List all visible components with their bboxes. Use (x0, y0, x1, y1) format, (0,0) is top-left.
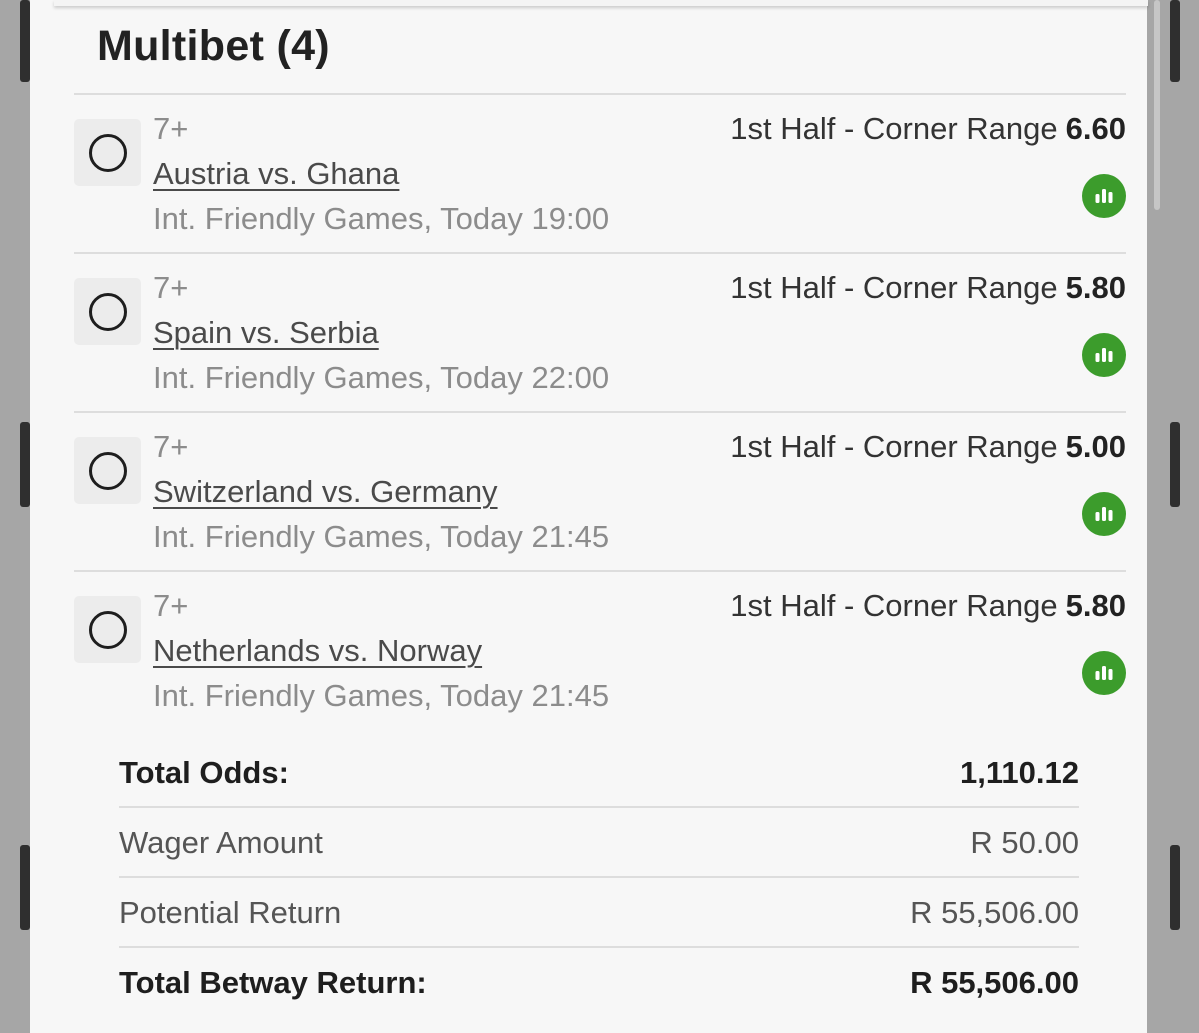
wager-value: R 50.00 (970, 825, 1079, 860)
leg-select-button[interactable] (74, 437, 141, 504)
betway-return-value: R 55,506.00 (910, 965, 1079, 1000)
leg-odds: 5.80 (1065, 270, 1126, 305)
wager-label: Wager Amount (119, 825, 323, 860)
leg-selection: 7+ (153, 270, 189, 305)
background-card-edge (1170, 0, 1180, 82)
total-odds-label: Total Odds: (119, 755, 289, 790)
betway-return-row: Total Betway Return: R 55,506.00 (119, 948, 1079, 1016)
potential-return-label: Potential Return (119, 895, 342, 930)
total-odds-value: 1,110.12 (960, 755, 1079, 790)
radio-circle-icon (89, 452, 127, 490)
background-card-edge (1170, 845, 1180, 930)
leg-league-time: Int. Friendly Games, Today 21:45 (153, 678, 610, 713)
radio-circle-icon (89, 611, 127, 649)
bar-chart-icon[interactable] (1082, 651, 1126, 695)
leg-odds: 5.00 (1065, 429, 1126, 464)
betway-return-label: Total Betway Return: (119, 965, 427, 1000)
leg-selection: 7+ (153, 429, 189, 464)
leg-market: 1st Half - Corner Range (730, 588, 1058, 623)
leg-league-time: Int. Friendly Games, Today 19:00 (153, 201, 610, 236)
bet-legs-list: 7+ Austria vs. Ghana Int. Friendly Games… (74, 93, 1126, 729)
betslip-sheet: Multibet (4) 7+ Austria vs. Ghana Int. F… (30, 0, 1148, 1033)
leg-select-button[interactable] (74, 596, 141, 663)
bet-leg: 7+ Netherlands vs. Norway Int. Friendly … (74, 572, 1126, 729)
leg-match-link[interactable]: Netherlands vs. Norway (153, 633, 482, 669)
leg-league-time: Int. Friendly Games, Today 21:45 (153, 519, 610, 554)
background-card-edge (20, 0, 30, 82)
background-card-edge (20, 845, 30, 930)
radio-circle-icon (89, 134, 127, 172)
leg-odds: 6.60 (1065, 111, 1126, 146)
potential-return-value: R 55,506.00 (910, 895, 1079, 930)
bar-chart-icon[interactable] (1082, 492, 1126, 536)
leg-selection: 7+ (153, 588, 189, 623)
bar-chart-icon[interactable] (1082, 174, 1126, 218)
leg-market-line: 1st Half - Corner Range 5.80 (730, 270, 1126, 306)
bet-summary: Total Odds: 1,110.12 Wager Amount R 50.0… (119, 738, 1079, 1016)
bet-leg: 7+ Spain vs. Serbia Int. Friendly Games,… (74, 254, 1126, 413)
leg-match-link[interactable]: Switzerland vs. Germany (153, 474, 498, 510)
leg-odds: 5.80 (1065, 588, 1126, 623)
leg-market-line: 1st Half - Corner Range 5.00 (730, 429, 1126, 465)
leg-selection: 7+ (153, 111, 189, 146)
bet-leg: 7+ Switzerland vs. Germany Int. Friendly… (74, 413, 1126, 572)
leg-market: 1st Half - Corner Range (730, 111, 1058, 146)
bet-leg: 7+ Austria vs. Ghana Int. Friendly Games… (74, 95, 1126, 254)
leg-match-link[interactable]: Austria vs. Ghana (153, 156, 399, 192)
leg-match-link[interactable]: Spain vs. Serbia (153, 315, 379, 351)
leg-select-button[interactable] (74, 278, 141, 345)
leg-league-time: Int. Friendly Games, Today 22:00 (153, 360, 610, 395)
leg-select-button[interactable] (74, 119, 141, 186)
sheet-header-edge (54, 0, 1148, 6)
leg-market: 1st Half - Corner Range (730, 429, 1058, 464)
total-odds-row: Total Odds: 1,110.12 (119, 738, 1079, 808)
wager-row: Wager Amount R 50.00 (119, 808, 1079, 878)
background-card-edge (1170, 422, 1180, 507)
scrollbar-thumb[interactable] (1154, 0, 1160, 210)
leg-market-line: 1st Half - Corner Range 6.60 (730, 111, 1126, 147)
potential-return-row: Potential Return R 55,506.00 (119, 878, 1079, 948)
background-card-edge (20, 422, 30, 507)
leg-market: 1st Half - Corner Range (730, 270, 1058, 305)
betslip-title: Multibet (4) (97, 22, 330, 70)
leg-market-line: 1st Half - Corner Range 5.80 (730, 588, 1126, 624)
bar-chart-icon[interactable] (1082, 333, 1126, 377)
radio-circle-icon (89, 293, 127, 331)
